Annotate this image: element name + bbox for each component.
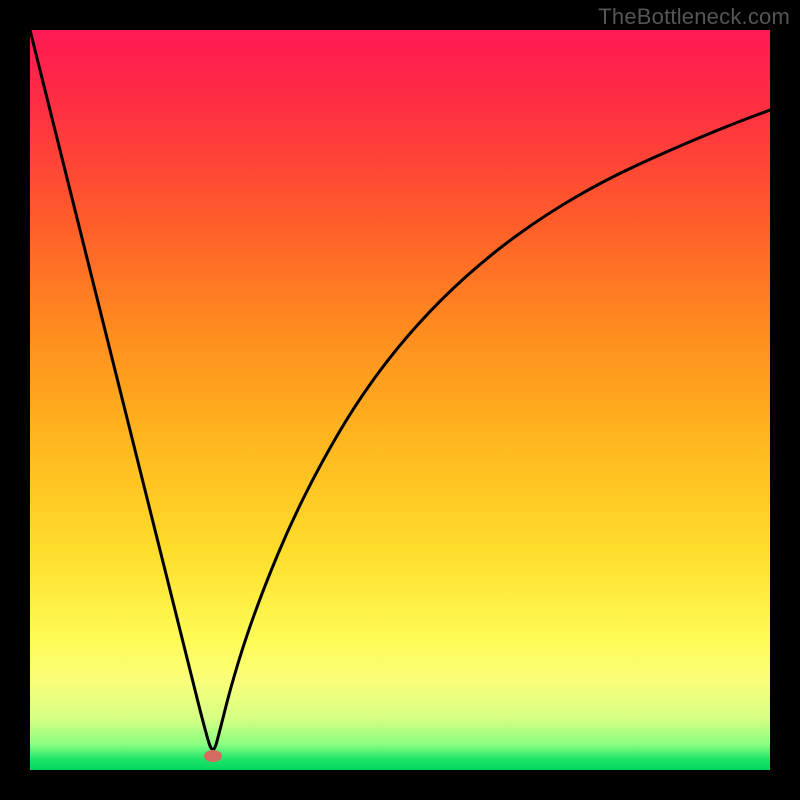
gradient-background — [30, 30, 770, 770]
plot-area — [30, 30, 770, 770]
chart-frame: TheBottleneck.com — [0, 0, 800, 800]
chart-svg — [30, 30, 770, 770]
watermark-text: TheBottleneck.com — [598, 4, 790, 30]
marker-dot — [204, 750, 222, 762]
